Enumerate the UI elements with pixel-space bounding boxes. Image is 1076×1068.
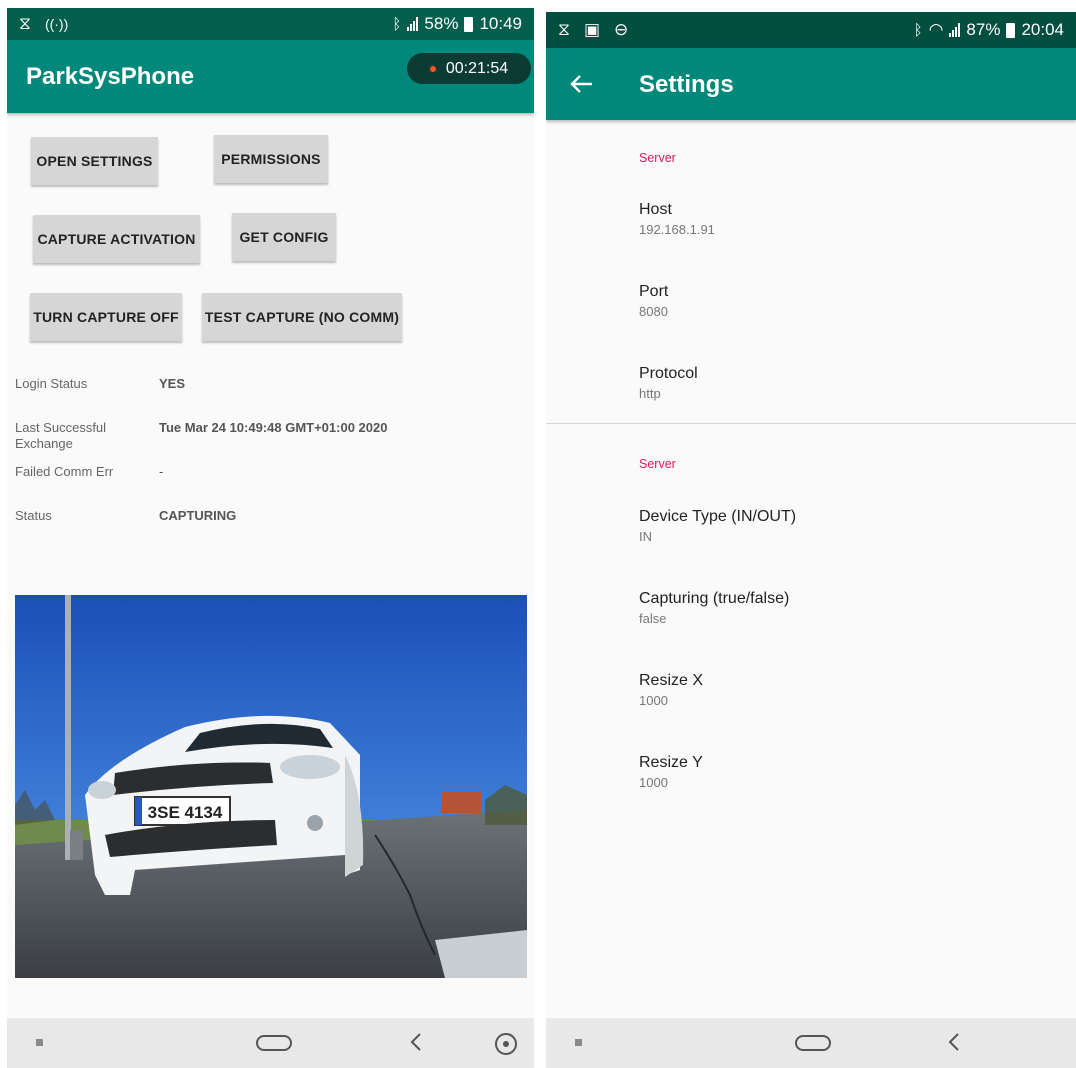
app-bar: Settings <box>546 48 1076 120</box>
last-exchange-label: Last Successful Exchange <box>15 420 107 451</box>
permissions-button[interactable]: PERMISSIONS <box>214 135 328 183</box>
hourglass-icon: ⧖ <box>19 14 31 33</box>
failed-comm-label: Failed Comm Err <box>15 464 114 479</box>
login-status-label: Login Status <box>15 376 88 391</box>
nav-back-icon[interactable] <box>945 1030 963 1054</box>
pref-summary: 1000 <box>639 693 668 708</box>
bluetooth-icon: ᛒ <box>913 21 923 39</box>
pref-summary: 1000 <box>639 775 668 790</box>
settings-screen: ⧖ ▣ ⊖ ᛒ ◠ 87% 20:04 Settings Server Host… <box>546 8 1076 1068</box>
timer-value: 00:21:54 <box>445 59 509 77</box>
pref-title: Resize X <box>639 672 704 689</box>
pref-summary: false <box>639 611 667 626</box>
page-title: Settings <box>639 71 734 98</box>
status-value: CAPTURING <box>159 508 237 523</box>
login-status-value: YES <box>159 376 186 391</box>
home-icon[interactable] <box>795 1035 831 1051</box>
recording-dot-icon <box>429 65 436 72</box>
home-icon[interactable] <box>256 1035 292 1051</box>
do-not-disturb-icon: ⊖ <box>614 20 629 39</box>
status-time: 10:49 <box>479 14 522 33</box>
nav-back-icon[interactable] <box>407 1030 425 1054</box>
battery-percent: 87% <box>966 20 1001 39</box>
recording-timer[interactable]: 00:21:54 <box>407 53 531 84</box>
recent-apps-icon[interactable] <box>575 1039 582 1046</box>
pref-summary: 192.168.1.91 <box>639 222 715 237</box>
app-bar: ParkSysPhone 00:21:54 <box>7 40 534 113</box>
failed-comm-value: - <box>159 464 164 479</box>
gallery-icon: ▣ <box>583 20 600 39</box>
capture-activation-button[interactable]: CAPTURE ACTIVATION <box>33 215 200 263</box>
status-label: Status <box>15 508 52 523</box>
license-plate: 3SE 4134 <box>148 803 223 822</box>
wifi-icon: ◠ <box>928 20 944 39</box>
pref-summary: http <box>639 386 661 401</box>
pref-summary: IN <box>639 529 652 544</box>
battery-icon <box>1006 22 1016 38</box>
last-exchange-value: Tue Mar 24 10:49:48 GMT+01:00 2020 <box>159 420 388 435</box>
get-config-button[interactable]: GET CONFIG <box>232 213 336 261</box>
pref-title: Device Type (IN/OUT) <box>639 508 797 525</box>
status-bar: ⧖ ((·)) ᛒ 58% 10:49 <box>7 8 534 40</box>
signal-icon <box>407 17 419 31</box>
hourglass-icon: ⧖ <box>558 20 570 39</box>
back-arrow-icon[interactable] <box>566 68 598 100</box>
section-header-server: Server <box>639 151 676 165</box>
pref-summary: 8080 <box>639 304 668 319</box>
battery-icon <box>464 16 474 32</box>
nav-bar <box>546 1018 1076 1068</box>
section-divider <box>546 423 1076 424</box>
status-time: 20:04 <box>1021 20 1064 39</box>
recent-apps-icon[interactable] <box>36 1039 43 1046</box>
bluetooth-icon: ᛒ <box>392 15 402 33</box>
open-settings-button[interactable]: OPEN SETTINGS <box>31 137 158 185</box>
capture-photo: 3SE 4134 <box>15 595 527 978</box>
pref-title: Protocol <box>639 365 698 382</box>
main-screen: ⧖ ((·)) ᛒ 58% 10:49 ParkSysPhone 00:21:5… <box>7 8 534 1068</box>
pref-title: Port <box>639 283 669 300</box>
assistant-icon[interactable] <box>495 1033 517 1055</box>
signal-icon <box>949 23 961 37</box>
battery-percent: 58% <box>424 14 459 33</box>
wifi-calling-icon: ((·)) <box>44 16 69 32</box>
nav-bar <box>7 1018 534 1068</box>
status-bar: ⧖ ▣ ⊖ ᛒ ◠ 87% 20:04 <box>546 12 1076 48</box>
pref-title: Host <box>639 201 672 218</box>
pref-title: Resize Y <box>639 754 703 771</box>
pref-title: Capturing (true/false) <box>639 590 790 607</box>
section-header-server: Server <box>639 457 676 471</box>
turn-capture-off-button[interactable]: TURN CAPTURE OFF <box>30 293 182 341</box>
app-title: ParkSysPhone <box>26 62 195 90</box>
test-capture-button[interactable]: TEST CAPTURE (NO COMM) <box>202 293 402 341</box>
